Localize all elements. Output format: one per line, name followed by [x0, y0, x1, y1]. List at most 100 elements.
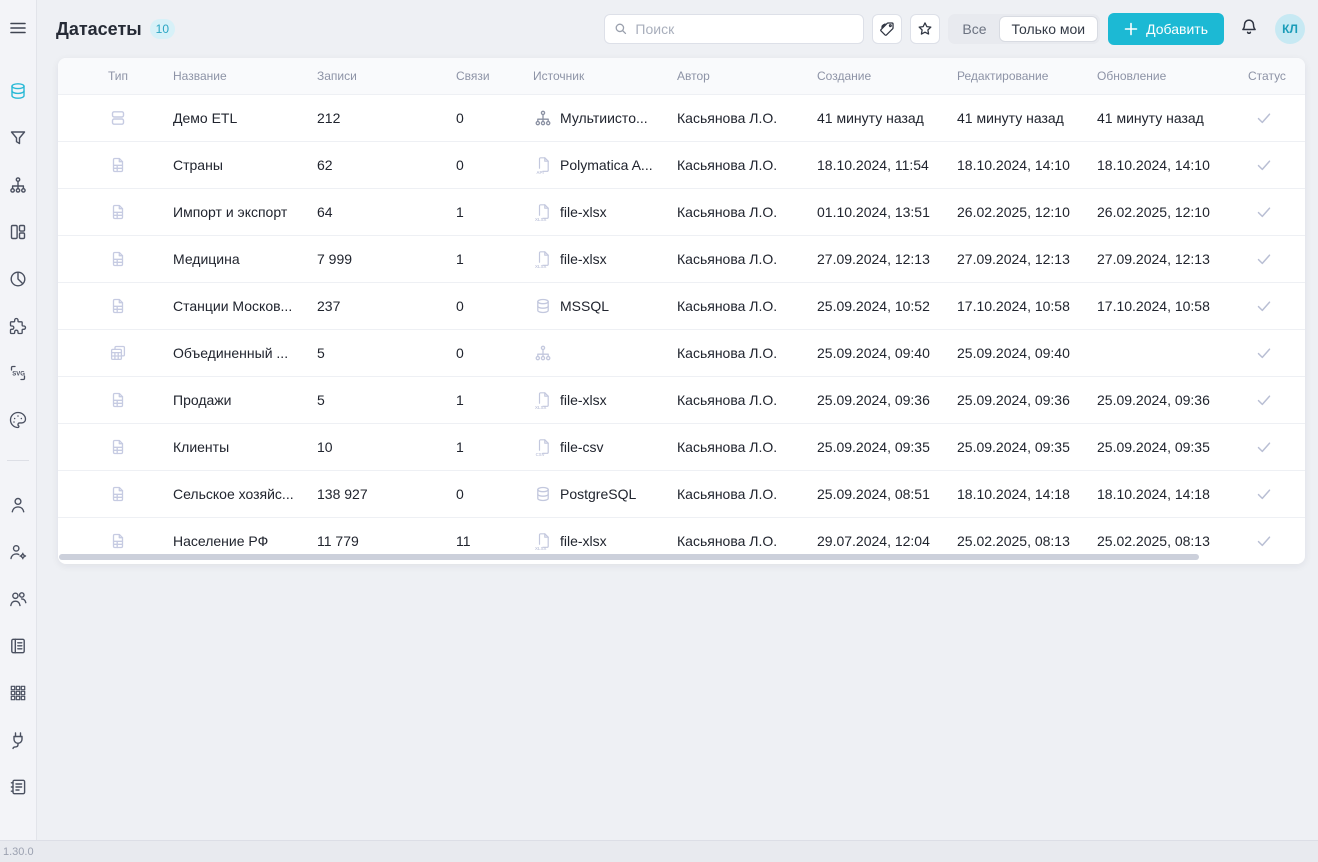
horizontal-scrollbar-thumb[interactable] [59, 554, 1199, 560]
book-icon [8, 636, 28, 656]
plug-icon [8, 730, 28, 750]
cell-updated: 18.10.2024, 14:10 [1097, 157, 1248, 173]
cell-created: 25.09.2024, 09:40 [817, 345, 957, 361]
sidebar-item-charts[interactable] [8, 269, 28, 289]
check-icon-status [1254, 296, 1274, 316]
column-header-7[interactable]: Редактирование [957, 69, 1097, 83]
column-header-4[interactable]: Источник [533, 69, 677, 83]
sidebar-item-plugins[interactable] [8, 316, 28, 336]
file-table-icon [108, 390, 128, 410]
cell-created: 01.10.2024, 13:51 [817, 204, 957, 220]
cell-name: Демо ETL [173, 110, 317, 126]
notifications-bell-icon[interactable] [1239, 17, 1259, 42]
source-label: Мультиисто... [560, 110, 648, 126]
table-row[interactable]: Импорт и экспорт641XLSXfile-xlsxКасьянов… [58, 188, 1305, 235]
check-icon-status [1254, 155, 1274, 175]
table-row[interactable]: Продажи51XLSXfile-xlsxКасьянова Л.О.25.0… [58, 376, 1305, 423]
cell-edited: 25.02.2025, 08:13 [957, 533, 1097, 549]
cell-source: MSSQL [533, 296, 677, 316]
people-icon [8, 589, 28, 609]
favorites-filter-button[interactable] [910, 14, 940, 44]
check-icon-status [1254, 249, 1274, 269]
sidebar-item-datasets[interactable] [8, 81, 28, 101]
user-avatar[interactable]: КЛ [1275, 14, 1305, 44]
cell-links: 0 [456, 298, 533, 314]
cell-name: Страны [173, 157, 317, 173]
sidebar: SVG [0, 0, 37, 840]
cell-type [58, 343, 173, 363]
sidebar-item-user-settings[interactable] [8, 542, 28, 562]
table-header-row: ТипНазваниеЗаписиСвязиИсточникАвторСозда… [58, 58, 1305, 94]
cell-records: 10 [317, 439, 456, 455]
column-header-6[interactable]: Создание [817, 69, 957, 83]
check-icon-status [1254, 108, 1274, 128]
sidebar-item-modules[interactable] [8, 683, 28, 703]
multisource-icon [533, 108, 553, 128]
topbar: Датасеты 10 Все Только мои Добавить [37, 0, 1318, 58]
dataset-count-badge: 10 [150, 19, 175, 39]
cell-status [1248, 202, 1305, 222]
filter-mine-option[interactable]: Только мои [999, 16, 1099, 42]
palette-icon [8, 410, 28, 430]
file-xlsx-icon: XLSX [533, 390, 553, 410]
table-row[interactable]: Станции Москов...2370MSSQLКасьянова Л.О.… [58, 282, 1305, 329]
puzzle-icon [8, 316, 28, 336]
column-header-8[interactable]: Обновление [1097, 69, 1248, 83]
table-row[interactable]: Медицина7 9991XLSXfile-xlsxКасьянова Л.О… [58, 235, 1305, 282]
column-header-5[interactable]: Автор [677, 69, 817, 83]
column-header-2[interactable]: Записи [317, 69, 456, 83]
cell-author: Касьянова Л.О. [677, 251, 817, 267]
cell-updated: 18.10.2024, 14:18 [1097, 486, 1248, 502]
svg-text:CSV: CSV [536, 452, 545, 457]
cell-created: 25.09.2024, 10:52 [817, 298, 957, 314]
cell-status [1248, 296, 1305, 316]
table-row[interactable]: Страны620APIPolymatica A...Касьянова Л.О… [58, 141, 1305, 188]
cell-created: 18.10.2024, 11:54 [817, 157, 957, 173]
sidebar-item-dashboards[interactable] [8, 222, 28, 242]
add-dataset-button[interactable]: Добавить [1108, 13, 1224, 45]
version-label: 1.30.0 [3, 846, 34, 858]
column-header-0[interactable]: Тип [58, 69, 173, 83]
sidebar-item-users[interactable] [8, 589, 28, 609]
cell-updated: 25.09.2024, 09:35 [1097, 439, 1248, 455]
column-header-9[interactable]: Статус [1248, 69, 1305, 83]
check-icon-status [1254, 202, 1274, 222]
owner-filter-toggle: Все Только мои [948, 14, 1100, 44]
cell-created: 29.07.2024, 12:04 [817, 533, 957, 549]
sidebar-item-journal[interactable] [8, 636, 28, 656]
cell-author: Касьянова Л.О. [677, 110, 817, 126]
cell-links: 0 [456, 345, 533, 361]
pie-icon [8, 269, 28, 289]
sidebar-item-profile[interactable] [8, 495, 28, 515]
column-header-3[interactable]: Связи [456, 69, 533, 83]
menu-hamburger-icon[interactable] [8, 18, 28, 43]
sidebar-item-logs[interactable] [8, 777, 28, 797]
check-icon-status [1254, 531, 1274, 551]
cell-name: Импорт и экспорт [173, 204, 317, 220]
sidebar-item-connections[interactable] [8, 730, 28, 750]
table-row[interactable]: Сельское хозяйс...138 9270PostgreSQLКась… [58, 470, 1305, 517]
table-row[interactable]: Клиенты101CSVfile-csvКасьянова Л.О.25.09… [58, 423, 1305, 470]
sidebar-item-themes[interactable] [8, 410, 28, 430]
sidebar-item-filters[interactable] [8, 128, 28, 148]
cell-links: 0 [456, 157, 533, 173]
table-row[interactable]: Демо ETL2120Мультиисто...Касьянова Л.О.4… [58, 94, 1305, 141]
cell-status [1248, 437, 1305, 457]
filter-all-option[interactable]: Все [950, 16, 998, 42]
search-box[interactable] [604, 14, 864, 44]
cell-type [58, 108, 173, 128]
check-icon-status [1254, 484, 1274, 504]
table-row[interactable]: Объединенный ...50Касьянова Л.О.25.09.20… [58, 329, 1305, 376]
sidebar-item-svg[interactable]: SVG [8, 363, 28, 383]
sidebar-item-etl[interactable] [8, 175, 28, 195]
cell-source: XLSXfile-xlsx [533, 390, 677, 410]
table-body: Демо ETL2120Мультиисто...Касьянова Л.О.4… [58, 94, 1305, 564]
search-input[interactable] [635, 21, 855, 37]
column-header-1[interactable]: Название [173, 69, 317, 83]
cell-edited: 41 минуту назад [957, 110, 1097, 126]
tags-filter-button[interactable] [872, 14, 902, 44]
svg-text:XLSX: XLSX [535, 217, 547, 222]
source-label: file-csv [560, 439, 604, 455]
file-table-icon [108, 249, 128, 269]
cell-links: 0 [456, 486, 533, 502]
